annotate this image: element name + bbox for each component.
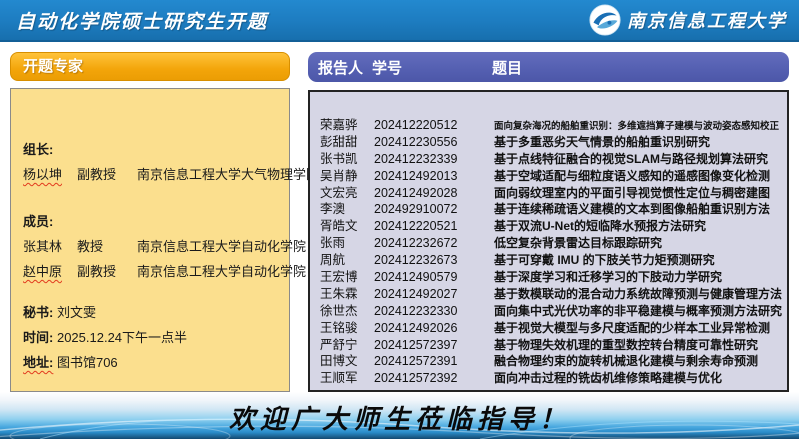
table-row: 王朱霖 202412492027 基于数模联动的混合动力系统故障预测与健康管理方… bbox=[320, 283, 779, 300]
thesis-title: 面向集中式光伏功率的非平稳建模与概率预测方法研究 bbox=[490, 302, 782, 319]
column-reporter: 报告人 bbox=[318, 57, 372, 78]
student-id: 202412572391 bbox=[374, 354, 490, 368]
table-row: 张雨 202412232672 低空复杂背景雷达目标跟踪研究 bbox=[320, 232, 779, 249]
leader-title: 副教授 bbox=[77, 162, 137, 187]
secretary-name: 刘文雯 bbox=[57, 305, 96, 320]
table-row: 彭甜甜 202412230556 基于多重恶劣天气情景的船舶重识别研究 bbox=[320, 131, 779, 148]
thesis-title: 融合物理约束的旋转机械退化建模与剩余寿命预测 bbox=[490, 352, 779, 369]
table-row: 胥皓文 202412220521 基于双流U-Net的短临降水预报方法研究 bbox=[320, 215, 779, 232]
page-title: 自动化学院硕士研究生开题 bbox=[16, 7, 268, 34]
thesis-title: 基于物理失效机理的重型数控转台精度可靠性研究 bbox=[490, 336, 779, 353]
university-name: 南京信息工程大学 bbox=[627, 7, 787, 33]
member-name: 赵中原 bbox=[23, 259, 77, 284]
column-topic: 题目 bbox=[488, 57, 789, 78]
thesis-title: 面向弱纹理室内的平面引导视觉惯性定位与稠密建图 bbox=[490, 184, 779, 201]
table-row: 徐世杰 202412232330 面向集中式光伏功率的非平稳建模与概率预测方法研… bbox=[320, 300, 779, 317]
leader-row: 杨以坤 副教授 南京信息工程大学大气物理学院 bbox=[23, 162, 279, 187]
time-label: 时间: bbox=[23, 330, 53, 345]
reporter-name: 王顺军 bbox=[320, 367, 374, 386]
member-title: 教授 bbox=[77, 234, 137, 259]
table-row: 田博文 202412572391 融合物理约束的旋转机械退化建模与剩余寿命预测 bbox=[320, 350, 779, 367]
thesis-title: 低空复杂背景雷达目标跟踪研究 bbox=[490, 234, 779, 251]
table-row: 王铭骏 202412492026 基于视觉大模型与多尺度适配的少样本工业异常检测 bbox=[320, 317, 779, 334]
student-id: 202412230556 bbox=[374, 135, 490, 149]
welcome-banner: 欢迎广大师生莅临指导！ bbox=[0, 392, 799, 439]
secretary-line: 秘书: 刘文雯 bbox=[23, 300, 279, 325]
welcome-text: 欢迎广大师生莅临指导！ bbox=[0, 399, 799, 436]
table-row: 王宏博 202412490579 基于深度学习和迁移学习的下肢动力学研究 bbox=[320, 266, 779, 283]
time-line: 时间: 2025.12.24下午一点半 bbox=[23, 325, 279, 350]
table-row: 文宏亮 202412492028 面向弱纹理室内的平面引导视觉惯性定位与稠密建图 bbox=[320, 182, 779, 199]
university-logo-icon bbox=[589, 4, 621, 36]
experts-panel-title: 开题专家 bbox=[10, 52, 290, 81]
student-id: 202412232673 bbox=[374, 253, 490, 267]
member-name: 张其林 bbox=[23, 234, 77, 259]
table-row: 吴肖静 202412492013 基于空域适配与细粒度语义感知的遥感图像变化检测 bbox=[320, 165, 779, 182]
member-affiliation: 南京信息工程大学自动化学院 bbox=[137, 259, 306, 284]
thesis-title: 基于数模联动的混合动力系统故障预测与健康管理方法 bbox=[490, 285, 782, 302]
members-label: 成员: bbox=[23, 209, 279, 234]
thesis-title: 基于空域适配与细粒度语义感知的遥感图像变化检测 bbox=[490, 167, 779, 184]
thesis-title: 面向复杂海况的船舶重识别：多维遮挡算子建模与波动姿态感知校正 bbox=[490, 118, 779, 132]
member-title: 副教授 bbox=[77, 259, 137, 284]
student-id: 202412572392 bbox=[374, 371, 490, 385]
table-row: 张书凯 202412232339 基于点线特征融合的视觉SLAM与路径规划算法研… bbox=[320, 148, 779, 165]
table-row: 荣嘉骅 202412220512 面向复杂海况的船舶重识别：多维遮挡算子建模与波… bbox=[320, 114, 779, 131]
thesis-title: 基于视觉大模型与多尺度适配的少样本工业异常检测 bbox=[490, 319, 779, 336]
member-affiliation: 南京信息工程大学自动化学院 bbox=[137, 234, 306, 259]
time-value: 2025.12.24下午一点半 bbox=[57, 330, 187, 345]
column-student-id: 学号 bbox=[372, 57, 488, 78]
student-id: 202412492013 bbox=[374, 169, 490, 183]
schedule-header: 报告人 学号 题目 bbox=[308, 52, 789, 82]
location-value: 图书馆706 bbox=[57, 355, 118, 370]
thesis-title: 基于可穿戴 IMU 的下肢关节力矩预测研究 bbox=[490, 251, 779, 268]
thesis-title: 基于点线特征融合的视觉SLAM与路径规划算法研究 bbox=[490, 150, 779, 167]
student-id: 202492910072 bbox=[374, 202, 490, 216]
schedule-table: 荣嘉骅 202412220512 面向复杂海况的船舶重识别：多维遮挡算子建模与波… bbox=[308, 90, 789, 392]
student-id: 202412572397 bbox=[374, 338, 490, 352]
thesis-title: 基于连续稀疏语义建模的文本到图像船舶重识别方法 bbox=[490, 200, 779, 217]
student-id: 202412492028 bbox=[374, 186, 490, 200]
student-id: 202412232672 bbox=[374, 236, 490, 250]
thesis-title: 基于深度学习和迁移学习的下肢动力学研究 bbox=[490, 268, 779, 285]
student-id: 202412220512 bbox=[374, 118, 490, 132]
thesis-title: 基于多重恶劣天气情景的船舶重识别研究 bbox=[490, 133, 779, 150]
student-id: 202412220521 bbox=[374, 219, 490, 233]
table-row: 王顺军 202412572392 面向冲击过程的铣齿机维修策略建模与优化 bbox=[320, 367, 779, 384]
thesis-title: 面向冲击过程的铣齿机维修策略建模与优化 bbox=[490, 369, 779, 386]
table-row: 周航 202412232673 基于可穿戴 IMU 的下肢关节力矩预测研究 bbox=[320, 249, 779, 266]
student-id: 202412490579 bbox=[374, 270, 490, 284]
experts-panel: 组长: 杨以坤 副教授 南京信息工程大学大气物理学院 成员: 张其林 教授 南京… bbox=[10, 88, 290, 392]
top-bar: 自动化学院硕士研究生开题 南京信息工程大学 bbox=[0, 0, 799, 42]
student-id: 202412232330 bbox=[374, 304, 490, 318]
member-row: 赵中原 副教授 南京信息工程大学自动化学院 bbox=[23, 259, 279, 284]
member-row: 张其林 教授 南京信息工程大学自动化学院 bbox=[23, 234, 279, 259]
thesis-title: 基于双流U-Net的短临降水预报方法研究 bbox=[490, 217, 779, 234]
student-id: 202412232339 bbox=[374, 152, 490, 166]
university-brand: 南京信息工程大学 bbox=[589, 4, 787, 36]
table-row: 李澳 202492910072 基于连续稀疏语义建模的文本到图像船舶重识别方法 bbox=[320, 198, 779, 215]
secretary-label: 秘书: bbox=[23, 305, 53, 320]
location-label: 地址: bbox=[23, 355, 53, 370]
leader-name: 杨以坤 bbox=[23, 162, 77, 187]
leader-affiliation: 南京信息工程大学大气物理学院 bbox=[137, 162, 319, 187]
slide: 自动化学院硕士研究生开题 南京信息工程大学 开题专家 组长: 杨以坤 副教授 南… bbox=[0, 0, 799, 439]
location-line: 地址: 图书馆706 bbox=[23, 350, 279, 375]
student-id: 202412492027 bbox=[374, 287, 490, 301]
student-id: 202412492026 bbox=[374, 321, 490, 335]
table-row: 严舒宁 202412572397 基于物理失效机理的重型数控转台精度可靠性研究 bbox=[320, 334, 779, 351]
leader-label: 组长: bbox=[23, 137, 279, 162]
